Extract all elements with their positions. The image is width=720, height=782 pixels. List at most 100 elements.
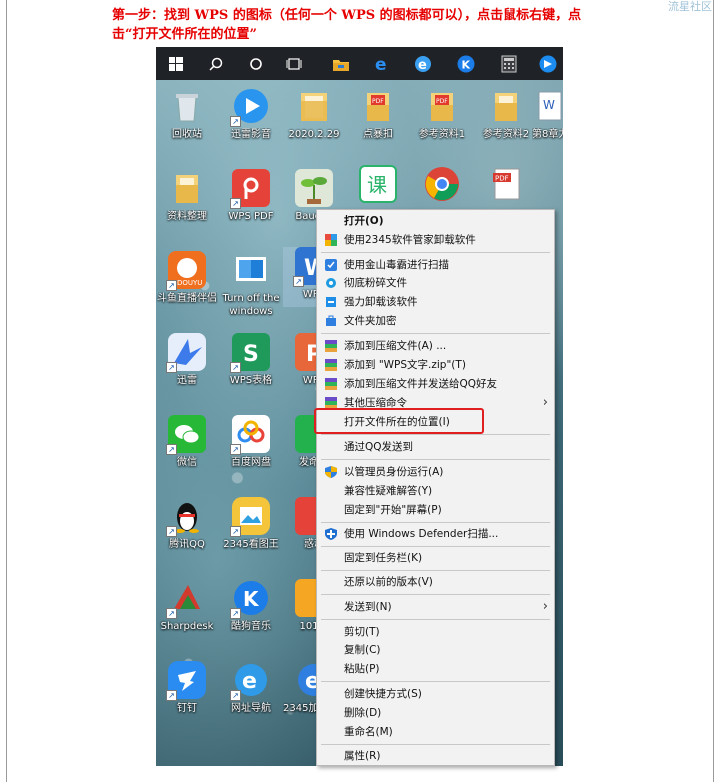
desktop-icon-wps-pdf[interactable]: ↗ WPS PDF [220, 169, 282, 223]
svg-text:PDF: PDF [372, 98, 384, 105]
desktop-icon-folder-2020[interactable]: 2020.2.29 [283, 87, 345, 141]
menu-item-duba-scan[interactable]: 使用金山毒霸进行扫描 [317, 256, 554, 274]
pdf-folder-icon: PDF [359, 87, 397, 125]
shortcut-arrow-icon: ↗ [166, 362, 177, 373]
menu-item-open[interactable]: 打开(O) [317, 212, 554, 230]
desktop-icon-turn-off[interactable]: Turn off the windows [220, 251, 282, 318]
cortana-icon[interactable] [242, 50, 270, 78]
menu-item-cut[interactable]: 剪切(T) [317, 623, 554, 641]
instruction-text: 第一步：找到 WPS 的图标（任何一个 WPS 的图标都可以），点击鼠标右键，点… [112, 6, 632, 44]
menu-item-folder-encrypt[interactable]: 文件夹加密 [317, 312, 554, 330]
desktop-icon-wechat[interactable]: ↗ 微信 [156, 415, 218, 469]
ie-icon[interactable]: e [409, 50, 437, 78]
dingtalk-icon: ↗ [166, 661, 206, 701]
menu-item-paste[interactable]: 粘贴(P) [317, 660, 554, 678]
calculator-icon[interactable] [495, 50, 523, 78]
shortcut-arrow-icon: ↗ [166, 526, 177, 537]
menu-item-archive-send-qq[interactable]: 添加到压缩文件并发送给QQ好友 [317, 375, 554, 393]
wechat-icon: ↗ [166, 415, 206, 455]
highlight-open-file-location [314, 408, 484, 434]
desktop-icon-douyu[interactable]: DOUYU ↗ 斗鱼直播伴侣 [156, 251, 218, 305]
menu-item-shred[interactable]: 彻底粉碎文件 [317, 274, 554, 292]
shortcut-arrow-icon: ↗ [230, 690, 241, 701]
menu-item-2345-uninstall[interactable]: 使用2345软件管家卸载软件 [317, 231, 554, 249]
svg-text:K: K [243, 587, 260, 611]
desktop-icon-chapter-8[interactable]: W 第8章力节 [532, 87, 563, 141]
search-icon[interactable] [202, 50, 230, 78]
svg-text:PDF: PDF [495, 175, 509, 183]
desktop-icon-dingtalk[interactable]: ↗ 钉钉 [156, 661, 218, 715]
desktop-icon-recycle-bin[interactable]: 回收站 [156, 87, 218, 141]
page-frame-left [6, 0, 7, 782]
desktop-icon-kugou[interactable]: K ↗ 酷狗音乐 [220, 579, 282, 633]
menu-item-pin-start[interactable]: 固定到"开始"屏幕(P) [317, 501, 554, 519]
menu-item-delete[interactable]: 删除(D) [317, 704, 554, 722]
menu-item-send-to[interactable]: 发送到(N) › [317, 598, 554, 616]
file-explorer-icon[interactable] [327, 50, 355, 78]
menu-item-send-via-qq[interactable]: 通过QQ发送到 [317, 438, 554, 456]
page-frame-right [713, 0, 714, 782]
qq-penguin-icon: ↗ [166, 497, 206, 537]
shortcut-arrow-icon: ↗ [230, 526, 241, 537]
menu-separator [321, 619, 550, 620]
shortcut-arrow-icon: ↗ [166, 690, 177, 701]
desktop-icon-chrome[interactable] [411, 165, 473, 203]
desktop-icon-ref-2[interactable]: 参考资料2 [475, 87, 537, 141]
menu-separator [321, 252, 550, 253]
menu-item-add-zip[interactable]: 添加到 "WPS文字.zip"(T) [317, 356, 554, 374]
uac-shield-icon [325, 466, 337, 478]
kugou-icon[interactable]: K [452, 50, 480, 78]
menu-item-run-as-admin[interactable]: 以管理员身份运行(A) [317, 463, 554, 481]
desktop-icon-sharpdesk[interactable]: ↗ Sharpdesk [156, 579, 218, 633]
desktop-icon-data-folder[interactable]: 资料整理 [156, 169, 218, 223]
desktop-icon-pdf-doc[interactable]: PDF [475, 165, 537, 203]
menu-separator [321, 522, 550, 523]
menu-separator [321, 570, 550, 571]
image-viewer-icon: ↗ [230, 497, 270, 537]
menu-item-copy[interactable]: 复制(C) [317, 641, 554, 659]
menu-item-rename[interactable]: 重命名(M) [317, 723, 554, 741]
xunlei-icon[interactable] [534, 50, 562, 78]
svg-text:课: 课 [367, 173, 387, 197]
menu-item-defender-scan[interactable]: 使用 Windows Defender扫描... [317, 525, 554, 543]
douyu-icon: DOUYU ↗ [166, 251, 206, 291]
wps-spreadsheet-icon: S ↗ [230, 333, 270, 373]
desktop-icon-2345-viewer[interactable]: ↗ 2345看图王 [220, 497, 282, 551]
svg-text:DOUYU: DOUYU [177, 279, 202, 287]
archive-icon [325, 340, 337, 352]
windows-start-icon[interactable] [162, 50, 190, 78]
chevron-right-icon: › [542, 395, 548, 410]
menu-item-create-shortcut[interactable]: 创建快捷方式(S) [317, 685, 554, 703]
instruction-line-2: 击“打开文件所在的位置” [112, 27, 257, 42]
desktop-icon-xunlei-player[interactable]: ↗ 迅雷影音 [220, 87, 282, 141]
pdf-document-icon: PDF [487, 165, 525, 203]
menu-item-force-uninstall[interactable]: 强力卸载该软件 [317, 293, 554, 311]
edge-icon[interactable]: e [368, 50, 396, 78]
lock-folder-icon [325, 315, 337, 327]
desktop-icon-web-nav[interactable]: e ↗ 网址导航 [220, 661, 282, 715]
menu-item-add-archive[interactable]: 添加到压缩文件(A) ... [317, 337, 554, 355]
desktop-icon-baidu-netdisk[interactable]: ↗ 百度网盘 [220, 415, 282, 469]
desktop-icon-qq[interactable]: ↗ 腾讯QQ [156, 497, 218, 551]
desktop-icon-wps-sheet[interactable]: S ↗ WPS表格 [220, 333, 282, 387]
desktop-icon-pdf-1[interactable]: PDF 点暴扣 [347, 87, 409, 141]
menu-item-compat-troubleshoot[interactable]: 兼容性疑难解答(Y) [317, 482, 554, 500]
class-app-icon: 课 [359, 165, 397, 203]
task-view-icon[interactable] [280, 50, 308, 78]
shortcut-arrow-icon: ↗ [293, 276, 304, 287]
menu-item-properties[interactable]: 属性(R) [317, 747, 554, 765]
svg-text:W: W [543, 98, 555, 112]
2345-manager-icon [325, 234, 337, 246]
shortcut-arrow-icon: ↗ [230, 444, 241, 455]
shortcut-arrow-icon: ↗ [230, 116, 241, 127]
desktop-icon-ref-1[interactable]: PDF 参考资料1 [411, 87, 473, 141]
menu-item-restore-versions[interactable]: 还原以前的版本(V) [317, 573, 554, 591]
duba-shield-icon [325, 259, 337, 271]
archive-icon [325, 378, 337, 390]
desktop-icon-ke[interactable]: 课 [347, 165, 409, 203]
menu-item-pin-taskbar[interactable]: 固定到任务栏(K) [317, 549, 554, 567]
uninstall-icon [325, 296, 337, 308]
desktop-icon-xunlei[interactable]: ↗ 迅雷 [156, 333, 218, 387]
svg-text:e: e [242, 669, 257, 694]
plant-icon [295, 169, 333, 207]
